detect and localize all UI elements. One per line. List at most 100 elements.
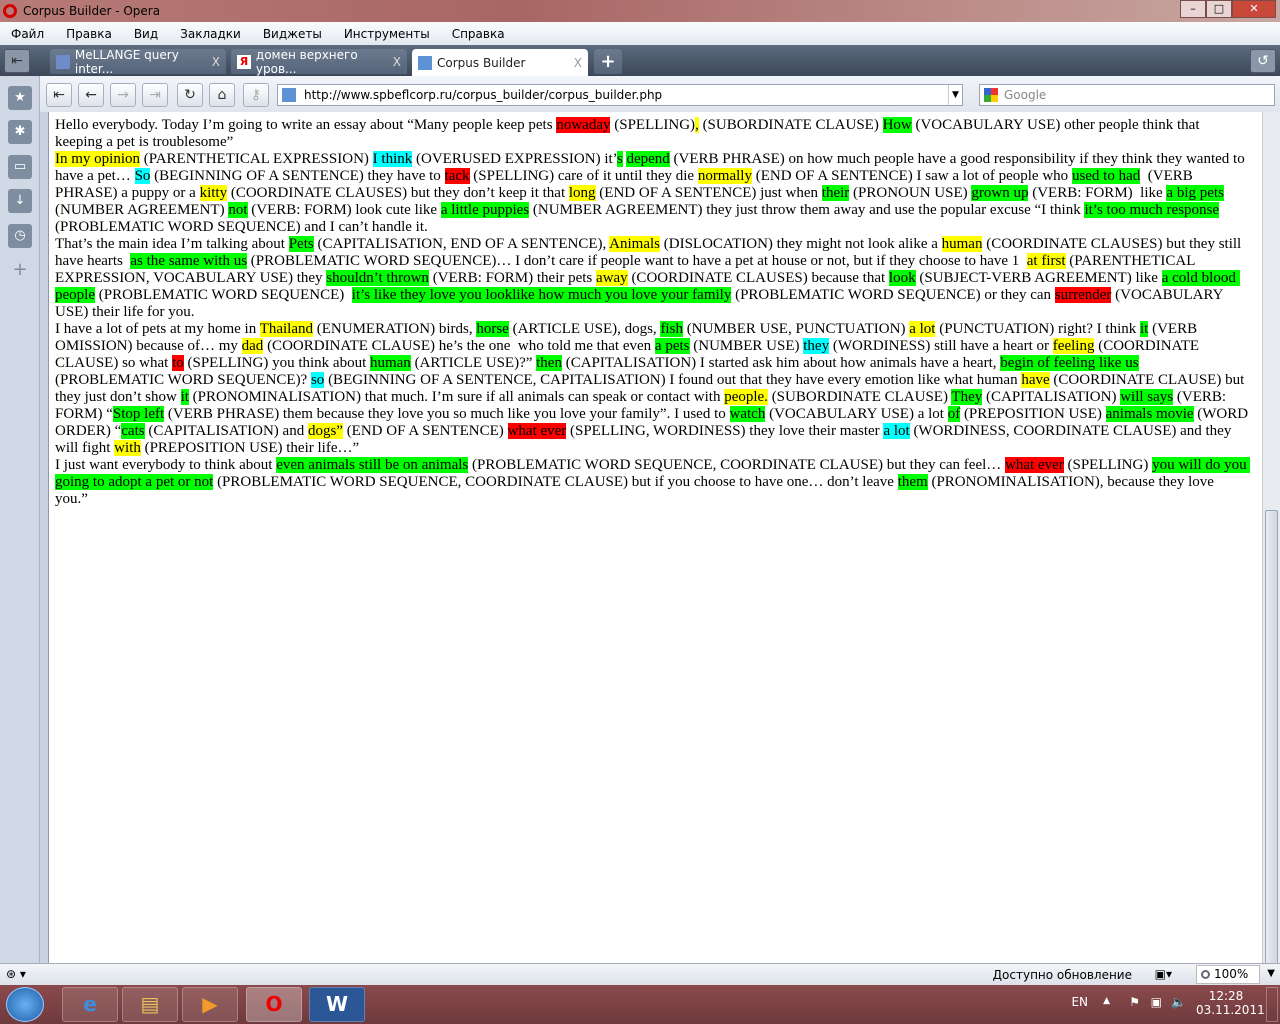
clock[interactable]: 12:28 03.11.2011 <box>1196 989 1265 1017</box>
essay: Hello everybody. Today I’m going to writ… <box>55 117 1251 508</box>
update-available-link[interactable]: Доступно обновление <box>993 968 1132 982</box>
menu-widgets[interactable]: Виджеты <box>252 27 333 41</box>
error-highlight: so <box>310 372 325 388</box>
tab-close-button[interactable]: X <box>212 55 220 69</box>
action-center-flag-icon[interactable]: ⚑ <box>1129 995 1140 1009</box>
trash-closed-tabs-icon[interactable]: ↺ <box>1250 49 1276 73</box>
show-hidden-icons[interactable]: ▲ <box>1103 996 1110 1006</box>
essay-text: (NUMBER USE) <box>689 338 804 354</box>
menu-edit[interactable]: Правка <box>55 27 123 41</box>
scrollbar-thumb[interactable] <box>1265 510 1278 975</box>
word-taskbar-icon[interactable]: W <box>309 987 365 1022</box>
search-field[interactable]: Google <box>979 84 1275 106</box>
volume-muted-icon[interactable]: 🔈 <box>1171 995 1186 1009</box>
zoom-dropdown-icon[interactable]: ▼ <box>1267 968 1275 979</box>
notes-panel-icon[interactable]: ▭ <box>8 155 32 179</box>
widgets-panel-icon[interactable]: ✱ <box>8 120 32 144</box>
essay-text: (COORDINATE CLAUSES) because that <box>627 270 889 286</box>
fast-forward-button[interactable]: ⇥ <box>142 83 168 107</box>
home-button[interactable]: ⌂ <box>209 83 235 107</box>
menu-help[interactable]: Справка <box>441 27 516 41</box>
essay-text: (COORDINATE CLAUSE) he’s the one who tol… <box>263 338 655 354</box>
tab-corpus-builder[interactable]: Corpus Builder X <box>412 49 588 76</box>
error-highlight: human <box>941 236 983 252</box>
error-highlight: normally <box>697 168 752 184</box>
error-highlight: have <box>1021 372 1050 388</box>
address-dropdown-icon[interactable]: ▼ <box>948 85 962 105</box>
essay-text: (PREPOSITION USE) their life…” <box>140 440 360 456</box>
error-highlight: what ever <box>507 423 567 439</box>
essay-text: (VOCABULARY USE) a lot <box>765 406 948 422</box>
menu-view[interactable]: Вид <box>123 27 169 41</box>
essay-text: Hello everybody. Today I’m going to writ… <box>55 117 557 133</box>
essay-text: (SUBORDINATE CLAUSE) <box>767 389 952 405</box>
error-highlight: nowaday <box>556 117 611 133</box>
explorer-taskbar-icon[interactable]: ▤ <box>122 987 178 1022</box>
language-indicator[interactable]: EN <box>1071 995 1088 1009</box>
essay-text: (NUMBER USE, PUNCTUATION) <box>682 321 910 337</box>
essay-text: (VERB: FORM) their pets <box>428 270 597 286</box>
tab-close-button[interactable]: X <box>393 55 401 69</box>
reload-button[interactable]: ↻ <box>177 83 203 107</box>
history-panel-icon[interactable]: ◷ <box>8 224 32 248</box>
show-desktop-button[interactable] <box>1266 987 1278 1022</box>
error-highlight: Thailand <box>259 321 314 337</box>
error-highlight: feeling <box>1052 338 1095 354</box>
rewind-button[interactable]: ⇤ <box>46 83 72 107</box>
maximize-button[interactable]: □ <box>1206 0 1232 18</box>
essay-text: (OVERUSED EXPRESSION) it’ <box>412 151 617 167</box>
essay-text: (VERB PHRASE) them because they love you… <box>164 406 730 422</box>
opera-taskbar-icon[interactable]: O <box>246 987 302 1022</box>
site-favicon-icon <box>282 88 296 102</box>
tab-yandex[interactable]: Ядомен верхнего уров... X <box>231 48 407 76</box>
panel-toggle-button[interactable]: ⇤ <box>4 49 30 73</box>
minimize-button[interactable]: – <box>1180 0 1206 18</box>
vertical-scrollbar[interactable] <box>1262 112 1280 975</box>
add-panel-icon[interactable]: + <box>8 258 32 282</box>
error-highlight: a lot <box>883 423 910 439</box>
turbo-icon[interactable]: ⊛ ▾ <box>6 967 26 981</box>
menu-file[interactable]: Файл <box>0 27 55 41</box>
close-window-button[interactable]: ✕ <box>1232 0 1276 18</box>
date: 03.11.2011 <box>1196 1003 1265 1017</box>
new-tab-button[interactable]: + <box>594 49 622 74</box>
error-highlight: even animals still be on animals <box>276 457 469 473</box>
error-highlight: at first <box>1026 253 1066 269</box>
search-placeholder: Google <box>1004 88 1047 102</box>
wand-key-icon[interactable]: ⚷ <box>243 83 269 107</box>
title-bar: Corpus Builder - Opera – □ ✕ <box>0 0 1280 22</box>
error-highlight: it <box>180 389 189 405</box>
menu-bookmarks[interactable]: Закладки <box>169 27 252 41</box>
essay-text: (WORDINESS) still have a heart or <box>829 338 1053 354</box>
start-button[interactable] <box>6 987 44 1022</box>
essay-text: I just want everybody to think about <box>55 457 277 473</box>
error-highlight: people. <box>724 389 768 405</box>
error-highlight: They <box>951 389 983 405</box>
side-panel: ★ ✱ ▭ ↓ ◷ + <box>0 76 40 964</box>
error-highlight: Pets <box>288 236 314 252</box>
address-bar[interactable]: http://www.spbeflcorp.ru/corpus_builder/… <box>277 84 963 106</box>
tab-close-button[interactable]: X <box>574 56 582 70</box>
downloads-panel-icon[interactable]: ↓ <box>8 189 32 213</box>
tab-mellange[interactable]: MeLLANGE query inter... X <box>50 47 226 76</box>
back-button[interactable]: ← <box>78 83 104 107</box>
error-highlight: a big pets <box>1166 185 1224 201</box>
error-highlight: will says <box>1120 389 1174 405</box>
error-highlight: animals movie <box>1105 406 1194 422</box>
yandex-favicon-icon: Я <box>237 54 251 69</box>
zoom-level[interactable]: 100% <box>1196 965 1260 984</box>
ie-taskbar-icon[interactable]: e <box>62 987 118 1022</box>
view-icon[interactable]: ▣▾ <box>1155 967 1172 981</box>
essay-paragraph: That’s the main idea I’m talking about P… <box>55 236 1250 321</box>
menu-tools[interactable]: Инструменты <box>333 27 441 41</box>
error-highlight: what ever <box>1005 457 1064 473</box>
error-highlight: horse <box>476 321 509 337</box>
error-highlight: watch <box>729 406 766 422</box>
forward-button[interactable]: → <box>110 83 136 107</box>
error-highlight: a pets <box>654 338 690 354</box>
essay-text: (SPELLING) <box>1063 457 1153 473</box>
network-icon[interactable]: ▣ <box>1151 995 1162 1009</box>
tab-label: MeLLANGE query inter... <box>74 47 179 76</box>
bookmarks-panel-icon[interactable]: ★ <box>8 86 32 110</box>
media-player-taskbar-icon[interactable]: ▶ <box>182 987 238 1022</box>
